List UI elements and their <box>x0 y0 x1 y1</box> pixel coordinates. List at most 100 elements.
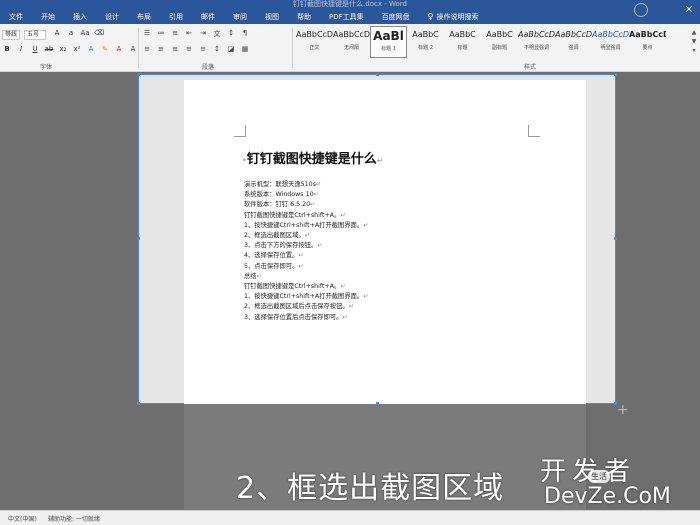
resize-handle[interactable] <box>614 73 617 76</box>
document-body: 演示机型：联想天逸510s↵ 系统版本：Windows 10↵ 软件版本：钉钉 … <box>244 180 369 323</box>
lightbulb-icon: ♀ <box>427 12 434 21</box>
doc-line: 3、选择保存位置后点击保存即可。↵ <box>244 313 348 321</box>
style-subtitle[interactable]: AaBbC 副标题 <box>481 26 518 58</box>
doc-line: 钉钉截图快捷键是Ctrl+shift+A。↵ <box>244 211 346 219</box>
document-page[interactable]: •钉钉截图快捷键是什么↵ 演示机型：联想天逸510s↵ 系统版本：Windows… <box>184 80 586 404</box>
font-size-select[interactable]: 五号 <box>24 30 46 40</box>
doc-line: 4、选择保存位置。↵ <box>244 252 304 260</box>
clear-format-icon[interactable]: ⌫ <box>94 29 104 37</box>
accessibility-status[interactable]: 辅助功能: 一切就绪 <box>48 514 100 523</box>
style-subtle-emphasis[interactable]: AaBbCcDd不明显强调 <box>518 26 555 58</box>
style-emphasis[interactable]: AaBbCcDd强调 <box>555 26 592 58</box>
resize-handle[interactable] <box>137 237 140 240</box>
tab-references[interactable]: 引用 <box>160 10 192 24</box>
document-title: •钉钉截图快捷键是什么↵ <box>242 152 384 167</box>
resize-handle[interactable] <box>376 73 379 76</box>
text-effects-icon[interactable]: A <box>86 45 96 53</box>
font-color-icon[interactable]: A <box>114 45 124 53</box>
tab-help[interactable]: 帮助 <box>288 10 320 24</box>
bullets-icon[interactable]: ☰ <box>142 29 152 39</box>
strikethrough-icon[interactable]: ab <box>44 45 54 53</box>
doc-line: 总结↵ <box>244 272 262 280</box>
style-intense-emphasis[interactable]: AaBbCcDd明显强调 <box>592 26 629 58</box>
document-area: •钉钉截图快捷键是什么↵ 演示机型：联想天逸510s↵ 系统版本：Windows… <box>0 72 700 510</box>
tab-design[interactable]: 设计 <box>96 10 128 24</box>
tab-view[interactable]: 视图 <box>256 10 288 24</box>
tell-me-search[interactable]: ♀ 操作说明搜索 <box>419 10 488 24</box>
doc-line: 5、点击保存即可。↵ <box>244 262 304 270</box>
tell-me-label: 操作说明搜索 <box>436 13 479 21</box>
tab-review[interactable]: 审阅 <box>224 10 256 24</box>
increase-indent-icon[interactable]: ⇥ <box>198 29 208 39</box>
doc-line: 2、框选出截图区域。↵ <box>244 232 310 240</box>
change-case-icon[interactable]: Aa <box>80 29 90 37</box>
style-no-spacing[interactable]: AaBbCcDd无间隔 <box>333 26 370 58</box>
grow-font-icon[interactable]: A <box>52 29 62 37</box>
tab-pdf-tools[interactable]: PDF工具集 <box>320 10 373 24</box>
tab-file[interactable]: 文件 <box>0 10 32 24</box>
style-heading-1[interactable]: AaBl 标题 1 <box>370 26 407 58</box>
chevron-up-icon[interactable]: ▲ <box>690 28 698 37</box>
borders-icon[interactable]: ▦ <box>240 45 250 53</box>
doc-line: 软件版本：钉钉 6.5.20↵ <box>244 201 316 209</box>
language-indicator[interactable]: 中文(中国) <box>8 514 37 523</box>
tab-mailings[interactable]: 邮件 <box>192 10 224 24</box>
doc-line: 系统版本：Windows 10↵ <box>244 191 319 199</box>
decrease-indent-icon[interactable]: ⇤ <box>184 29 194 39</box>
shrink-font-icon[interactable]: a <box>66 29 76 37</box>
shading-icon[interactable]: ◪ <box>226 45 236 53</box>
highlight-icon[interactable]: ✎ <box>100 45 110 53</box>
char-shading-icon[interactable]: A <box>128 45 138 53</box>
group-font-label: 字体 <box>40 64 53 71</box>
numbering-icon[interactable]: ≔ <box>156 29 166 39</box>
align-center-icon[interactable]: ≡ <box>156 45 166 53</box>
justify-icon[interactable]: ≡ <box>184 45 194 53</box>
line-spacing-icon[interactable]: ↕ <box>212 45 222 53</box>
multilevel-list-icon[interactable]: ≡ <box>170 29 180 39</box>
font-format-buttons: B I U ab x₂ x² A ✎ A A <box>2 45 138 53</box>
sort-icon[interactable]: ↕ <box>226 29 236 39</box>
doc-line: 2、框选出截图区域后点击保存按钮。↵ <box>244 303 355 311</box>
status-bar: 中文(中国) 辅助功能: 一切就绪 <box>0 510 700 525</box>
more-styles-icon[interactable]: ▾ <box>690 46 698 55</box>
superscript-icon[interactable]: x² <box>72 45 82 53</box>
style-normal[interactable]: AaBbCcDd正文 <box>296 26 333 58</box>
style-heading-2[interactable]: AaBbC 标题 2 <box>407 26 444 58</box>
resize-handle[interactable] <box>137 73 140 76</box>
distributed-icon[interactable]: ≡ <box>198 45 208 53</box>
styles-gallery: AaBbCcDd正文 AaBbCcDd无间隔 AaBl标题 1 AaBbC标题 … <box>296 26 666 58</box>
italic-icon[interactable]: I <box>16 45 26 53</box>
video-subtitle: 2、框选出截图区域 <box>236 471 505 506</box>
styles-scroll[interactable]: ▲ ▼ ▾ <box>690 28 698 56</box>
font-name-select[interactable]: 等线 <box>2 30 20 40</box>
resize-handle[interactable] <box>614 237 617 240</box>
chinese-layout-icon[interactable]: 文 <box>212 29 222 39</box>
style-title[interactable]: AaBbC 标题 <box>444 26 481 58</box>
watermark-bottom-text: DevZe.CoM <box>544 484 671 509</box>
user-avatar-icon[interactable] <box>634 3 648 17</box>
underline-icon[interactable]: U <box>30 45 40 53</box>
tab-insert[interactable]: 插入 <box>64 10 96 24</box>
tab-baidu-netdisk[interactable]: 百度网盘 <box>373 10 419 24</box>
resize-handle[interactable] <box>376 402 379 405</box>
resize-handle[interactable] <box>137 402 140 405</box>
group-separator <box>292 28 293 68</box>
group-styles-label: 样式 <box>524 64 537 71</box>
site-watermark: 开发者 DevZe.CoM 生活 <box>540 458 671 508</box>
align-left-icon[interactable]: ≡ <box>142 45 152 53</box>
chevron-down-icon[interactable]: ▼ <box>690 37 698 46</box>
show-marks-icon[interactable]: ¶ <box>240 29 250 39</box>
tab-home[interactable]: 开始 <box>32 10 64 24</box>
bold-icon[interactable]: B <box>2 45 12 53</box>
align-right-icon[interactable]: ≡ <box>170 45 180 53</box>
watermark-badge: 生活 <box>588 470 610 483</box>
style-strong[interactable]: AaBbCcDd要点 <box>629 26 666 58</box>
subscript-icon[interactable]: x₂ <box>58 45 68 53</box>
tab-layout[interactable]: 布局 <box>128 10 160 24</box>
doc-line: 1、按快捷键Ctrl+shift+A打开截图界面。↵ <box>244 293 369 301</box>
group-separator <box>138 28 139 68</box>
crop-mark <box>528 125 540 137</box>
close-icon[interactable]: × <box>682 3 696 17</box>
paragraph-align-buttons: ≡ ≡ ≡ ≡ ≡ ↕ ◪ ▦ <box>142 45 250 53</box>
doc-line: 3、点击下方的保存按钮。↵ <box>244 242 323 250</box>
